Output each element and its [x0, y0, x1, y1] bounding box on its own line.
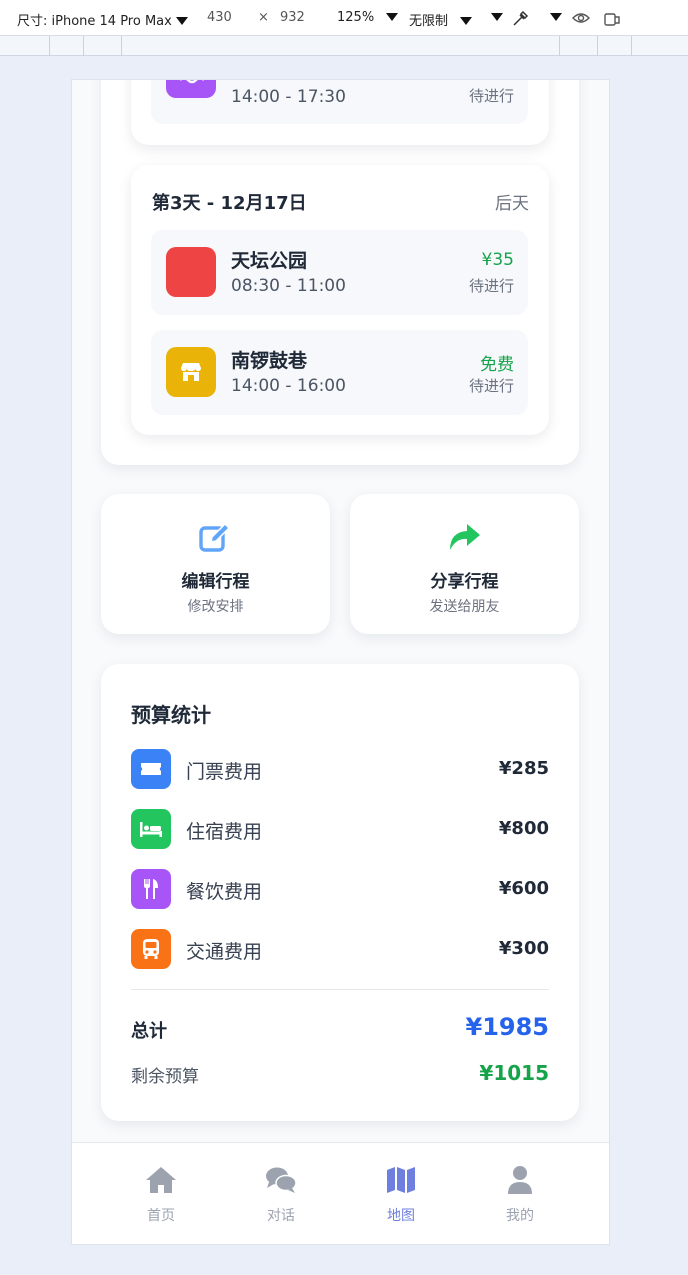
divider — [131, 989, 549, 990]
budget-card: 预算统计 门票费用 ¥285 住宿费用 ¥800 餐饮费用 ¥600 交通费用 … — [101, 664, 579, 1121]
budget-amount: ¥285 — [498, 758, 549, 779]
budget-amount: ¥800 — [498, 818, 549, 839]
budget-amount: ¥600 — [498, 878, 549, 899]
activity-status: 待进行 — [468, 377, 514, 395]
activity-name: 天坛公园 — [231, 250, 308, 272]
water-waves-icon — [166, 80, 216, 98]
tab-label: 地图 — [387, 1208, 415, 1224]
more-dropdown-2[interactable] — [550, 10, 562, 25]
ticket-icon — [131, 749, 171, 789]
tab-home[interactable]: 首页 — [131, 1165, 191, 1225]
throttle-label: 无限制 — [409, 14, 449, 29]
throttle-select[interactable]: 无限制 — [409, 10, 473, 29]
day-title: 第3天 - 12月17日 — [152, 193, 307, 214]
budget-label: 交通费用 — [186, 941, 263, 963]
edit-itinerary-button[interactable]: 编辑行程 修改安排 — [101, 494, 330, 634]
itinerary-card: 14:00 - 17:30 待进行 第3天 - 12月17日 后天 天坛公园 0… — [101, 80, 579, 465]
activity-price: 免费 — [480, 355, 514, 375]
tab-label: 首页 — [147, 1208, 175, 1224]
activity-time: 14:00 - 16:00 — [231, 376, 346, 396]
ruler — [0, 36, 688, 56]
devtools-toolbar: 尺寸: iPhone 14 Pro Max 430 × 932 125% 无限制 — [0, 0, 688, 36]
dimension-times: × — [258, 10, 269, 25]
activity-item[interactable]: 南锣鼓巷 14:00 - 16:00 免费 待进行 — [151, 330, 528, 415]
activity-item[interactable]: 14:00 - 17:30 待进行 — [151, 80, 528, 124]
utensils-icon — [131, 869, 171, 909]
activity-time: 14:00 - 17:30 — [231, 87, 346, 107]
tab-label: 对话 — [267, 1208, 295, 1224]
chevron-down-icon — [460, 17, 473, 25]
button-subtitle: 发送给朋友 — [429, 599, 500, 615]
edit-icon — [199, 522, 231, 552]
day-card-3: 第3天 - 12月17日 后天 天坛公园 08:30 - 11:00 ¥35 待… — [131, 165, 549, 435]
user-icon — [508, 1166, 532, 1194]
button-label: 分享行程 — [430, 572, 499, 592]
budget-row: 餐饮费用 ¥600 — [131, 869, 549, 909]
chevron-down-icon — [175, 17, 188, 25]
activity-status: 待进行 — [468, 277, 514, 295]
chevron-down-icon — [386, 13, 399, 21]
device-select[interactable]: 尺寸: iPhone 14 Pro Max — [17, 10, 188, 29]
eye-icon[interactable] — [571, 8, 591, 28]
chevron-down-icon — [550, 13, 562, 21]
budget-row: 交通费用 ¥300 — [131, 929, 549, 969]
remaining-value: ¥1015 — [479, 1061, 549, 1085]
budget-title: 预算统计 — [131, 703, 211, 727]
activity-item[interactable]: 天坛公园 08:30 - 11:00 ¥35 待进行 — [151, 230, 528, 315]
zoom-label: 125% — [337, 10, 375, 25]
more-dropdown[interactable] — [491, 10, 503, 25]
tab-chat[interactable]: 对话 — [251, 1165, 311, 1225]
bottom-tab-bar: 首页 对话 地图 我的 — [72, 1142, 609, 1244]
budget-label: 住宿费用 — [186, 821, 263, 843]
budget-label: 餐饮费用 — [186, 881, 263, 903]
home-icon — [146, 1167, 176, 1193]
budget-label: 门票费用 — [186, 761, 263, 783]
activity-status: 待进行 — [468, 87, 514, 105]
device-label: 尺寸: iPhone 14 Pro Max — [17, 14, 172, 29]
button-subtitle: 修改安排 — [187, 599, 244, 615]
activity-time: 08:30 - 11:00 — [231, 276, 346, 296]
budget-row: 住宿费用 ¥800 — [131, 809, 549, 849]
chevron-down-icon — [491, 13, 503, 21]
remaining-label: 剩余预算 — [131, 1067, 199, 1087]
tab-profile[interactable]: 我的 — [490, 1165, 550, 1225]
button-label: 编辑行程 — [181, 572, 250, 592]
width-input[interactable]: 430 — [207, 10, 232, 25]
budget-amount: ¥300 — [498, 938, 549, 959]
chat-icon — [266, 1167, 297, 1193]
bed-icon — [131, 809, 171, 849]
tab-map[interactable]: 地图 — [371, 1165, 431, 1225]
bus-icon — [131, 929, 171, 969]
eyedropper-icon[interactable] — [511, 8, 531, 28]
phone-viewport: 14:00 - 17:30 待进行 第3天 - 12月17日 后天 天坛公园 0… — [71, 79, 610, 1245]
scroll-content[interactable]: 14:00 - 17:30 待进行 第3天 - 12月17日 后天 天坛公园 0… — [72, 80, 609, 1142]
rotate-device-icon[interactable] — [602, 8, 622, 28]
share-icon — [450, 524, 480, 550]
map-icon — [387, 1167, 415, 1193]
height-input[interactable]: 932 — [280, 10, 305, 25]
store-icon — [166, 347, 216, 397]
activity-name: 南锣鼓巷 — [231, 350, 308, 372]
budget-row: 门票费用 ¥285 — [131, 749, 549, 789]
share-itinerary-button[interactable]: 分享行程 发送给朋友 — [350, 494, 579, 634]
day-card-previous: 14:00 - 17:30 待进行 — [131, 80, 549, 145]
day-relative: 后天 — [495, 194, 529, 214]
zoom-select[interactable]: 125% — [337, 10, 399, 25]
activity-price: ¥35 — [481, 250, 514, 270]
tab-label: 我的 — [506, 1208, 534, 1224]
total-value: ¥1985 — [465, 1013, 550, 1041]
total-label: 总计 — [131, 1021, 167, 1042]
red-square-icon — [166, 247, 216, 297]
